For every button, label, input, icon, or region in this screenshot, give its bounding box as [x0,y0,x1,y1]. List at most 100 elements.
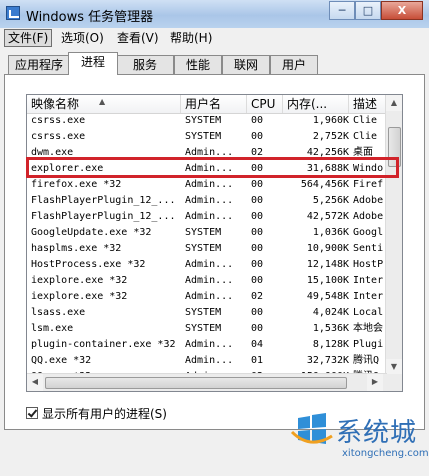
maximize-button[interactable]: □ [355,1,381,20]
tab-bar: 应用程序 进程 服务 性能 联网 用户 [0,52,429,75]
table-row[interactable]: hasplms.exe *32 SYSTEM 00 10,900 K Senti [27,241,387,257]
table-row[interactable]: plugin-container.exe *32 Admin... 04 8,128 K… [27,337,387,353]
windows-logo-icon [290,413,333,444]
process-description: Firef [353,179,384,190]
process-cpu: 00 [251,323,264,334]
menu-options[interactable]: 选项(O) [58,30,107,46]
column-header-image-name[interactable]: 映像名称 ▲ [27,95,181,113]
process-rows: csrss.exe SYSTEM 00 1,960 K Clie csrss.exe SYST… [27,113,387,385]
tab-users[interactable]: 用户 [270,55,318,74]
process-cpu: 00 [251,131,264,142]
column-header-cpu[interactable]: CPU [247,95,283,113]
horizontal-scroll-thumb[interactable] [45,377,347,389]
scroll-up-icon[interactable]: ▲ [386,95,402,111]
vertical-scrollbar[interactable]: ▲ ▼ [385,95,402,375]
tab-processes[interactable]: 进程 [68,52,118,75]
table-row[interactable]: dwm.exe Admin... 02 42,256 K 桌面 [27,145,387,161]
scroll-right-icon[interactable]: ▶ [367,374,383,391]
sort-ascending-icon: ▲ [99,97,106,106]
column-header-user[interactable]: 用户名 [181,95,247,113]
process-user: Admin... [185,211,234,222]
table-row[interactable]: csrss.exe SYSTEM 00 2,752 K Clie [27,129,387,145]
process-cpu: 00 [251,115,264,126]
table-row[interactable]: csrss.exe SYSTEM 00 1,960 K Clie [27,113,387,129]
tab-services[interactable]: 服务 [116,55,174,74]
column-header-description[interactable]: 描述 [349,95,387,113]
table-row[interactable]: explorer.exe Admin... 00 31,688 K Windo [27,161,387,177]
table-row[interactable]: firefox.exe *32 Admin... 00 564,456 K Firef [27,177,387,193]
process-description: Windo [353,163,384,174]
process-memory: 2,752 [312,131,343,142]
vertical-scroll-thumb[interactable] [388,127,401,167]
table-row[interactable]: lsm.exe SYSTEM 00 1,536 K 本地会 [27,321,387,337]
process-name: GoogleUpdate.exe *32 [31,227,152,238]
process-user: SYSTEM [185,131,222,142]
process-list[interactable]: 映像名称 ▲ 用户名 CPU 内存(... 描述 csrss.exe SYSTEM… [26,94,403,392]
show-all-users-option[interactable]: 显示所有用户的进程(S) [26,405,167,421]
table-row[interactable]: FlashPlayerPlugin_12_... Admin... 00 5,256 K… [27,193,387,209]
process-memory: 564,456 [300,179,343,190]
process-name: csrss.exe [31,131,86,142]
tab-performance[interactable]: 性能 [174,55,222,74]
process-description: Local [353,307,384,318]
process-name: iexplore.exe *32 [31,291,128,302]
window-controls: ─ □ X [329,1,423,20]
process-description: 桌面 [353,147,373,158]
process-description: Clie [353,131,378,142]
process-memory: 12,148 [306,259,343,270]
process-user: Admin... [185,195,234,206]
process-user: Admin... [185,339,234,350]
process-user: Admin... [185,291,234,302]
process-user: SYSTEM [185,307,222,318]
title-bar: Windows 任务管理器 ─ □ X [0,0,429,29]
close-button[interactable]: X [381,1,423,20]
process-cpu: 04 [251,339,264,350]
process-cpu: 00 [251,307,264,318]
menu-file[interactable]: 文件(F) [4,29,53,47]
column-header-memory[interactable]: 内存(... [283,95,349,113]
process-user: SYSTEM [185,243,222,254]
process-description: Inter [353,275,384,286]
minimize-button[interactable]: ─ [329,1,355,20]
process-user: Admin... [185,147,234,158]
process-name: HostProcess.exe *32 [31,259,146,270]
table-row[interactable]: lsass.exe SYSTEM 00 4,024 K Local [27,305,387,321]
process-cpu: 02 [251,147,264,158]
process-memory: 5,256 [312,195,343,206]
process-name: firefox.exe *32 [31,179,122,190]
process-name: dwm.exe [31,147,74,158]
process-user: SYSTEM [185,115,222,126]
process-cpu: 01 [251,355,264,366]
process-name: explorer.exe [31,163,104,174]
process-memory: 31,688 [306,163,343,174]
process-cpu: 00 [251,275,264,286]
menu-help[interactable]: 帮助(H) [167,30,215,46]
table-row[interactable]: QQ.exe *32 Admin... 01 32,732 K 腾讯Q [27,353,387,369]
process-name: hasplms.exe *32 [31,243,122,254]
table-row[interactable]: iexplore.exe *32 Admin... 00 15,100 K Inter [27,273,387,289]
process-name: csrss.exe [31,115,86,126]
column-header-row: 映像名称 ▲ 用户名 CPU 内存(... 描述 [27,95,387,114]
table-row[interactable]: HostProcess.exe *32 Admin... 00 12,148 K Host… [27,257,387,273]
process-cpu: 00 [251,195,264,206]
process-description: Adobe [353,211,384,222]
menu-bar: 文件(F) 选项(O) 查看(V) 帮助(H) [0,28,429,48]
show-all-users-label: 显示所有用户的进程(S) [42,406,167,421]
process-memory: 42,256 [306,147,343,158]
tab-applications[interactable]: 应用程序 [8,55,70,74]
process-memory: 8,128 [312,339,343,350]
scroll-left-icon[interactable]: ◀ [27,374,43,391]
table-row[interactable]: GoogleUpdate.exe *32 SYSTEM 00 1,036 K Googl [27,225,387,241]
show-all-users-checkbox[interactable] [26,407,38,419]
process-user: Admin... [185,163,234,174]
menu-view[interactable]: 查看(V) [114,30,162,46]
table-row[interactable]: iexplore.exe *32 Admin... 02 49,548 K Inter [27,289,387,305]
horizontal-scrollbar[interactable]: ◀ ▶ [27,373,387,391]
process-memory: 32,732 [306,355,343,366]
process-memory: 42,572 [306,211,343,222]
table-row[interactable]: FlashPlayerPlugin_12_... Admin... 00 42,572… [27,209,387,225]
process-name: iexplore.exe *32 [31,275,128,286]
tab-networking[interactable]: 联网 [222,55,270,74]
process-cpu: 00 [251,211,264,222]
scroll-down-icon[interactable]: ▼ [386,359,402,375]
